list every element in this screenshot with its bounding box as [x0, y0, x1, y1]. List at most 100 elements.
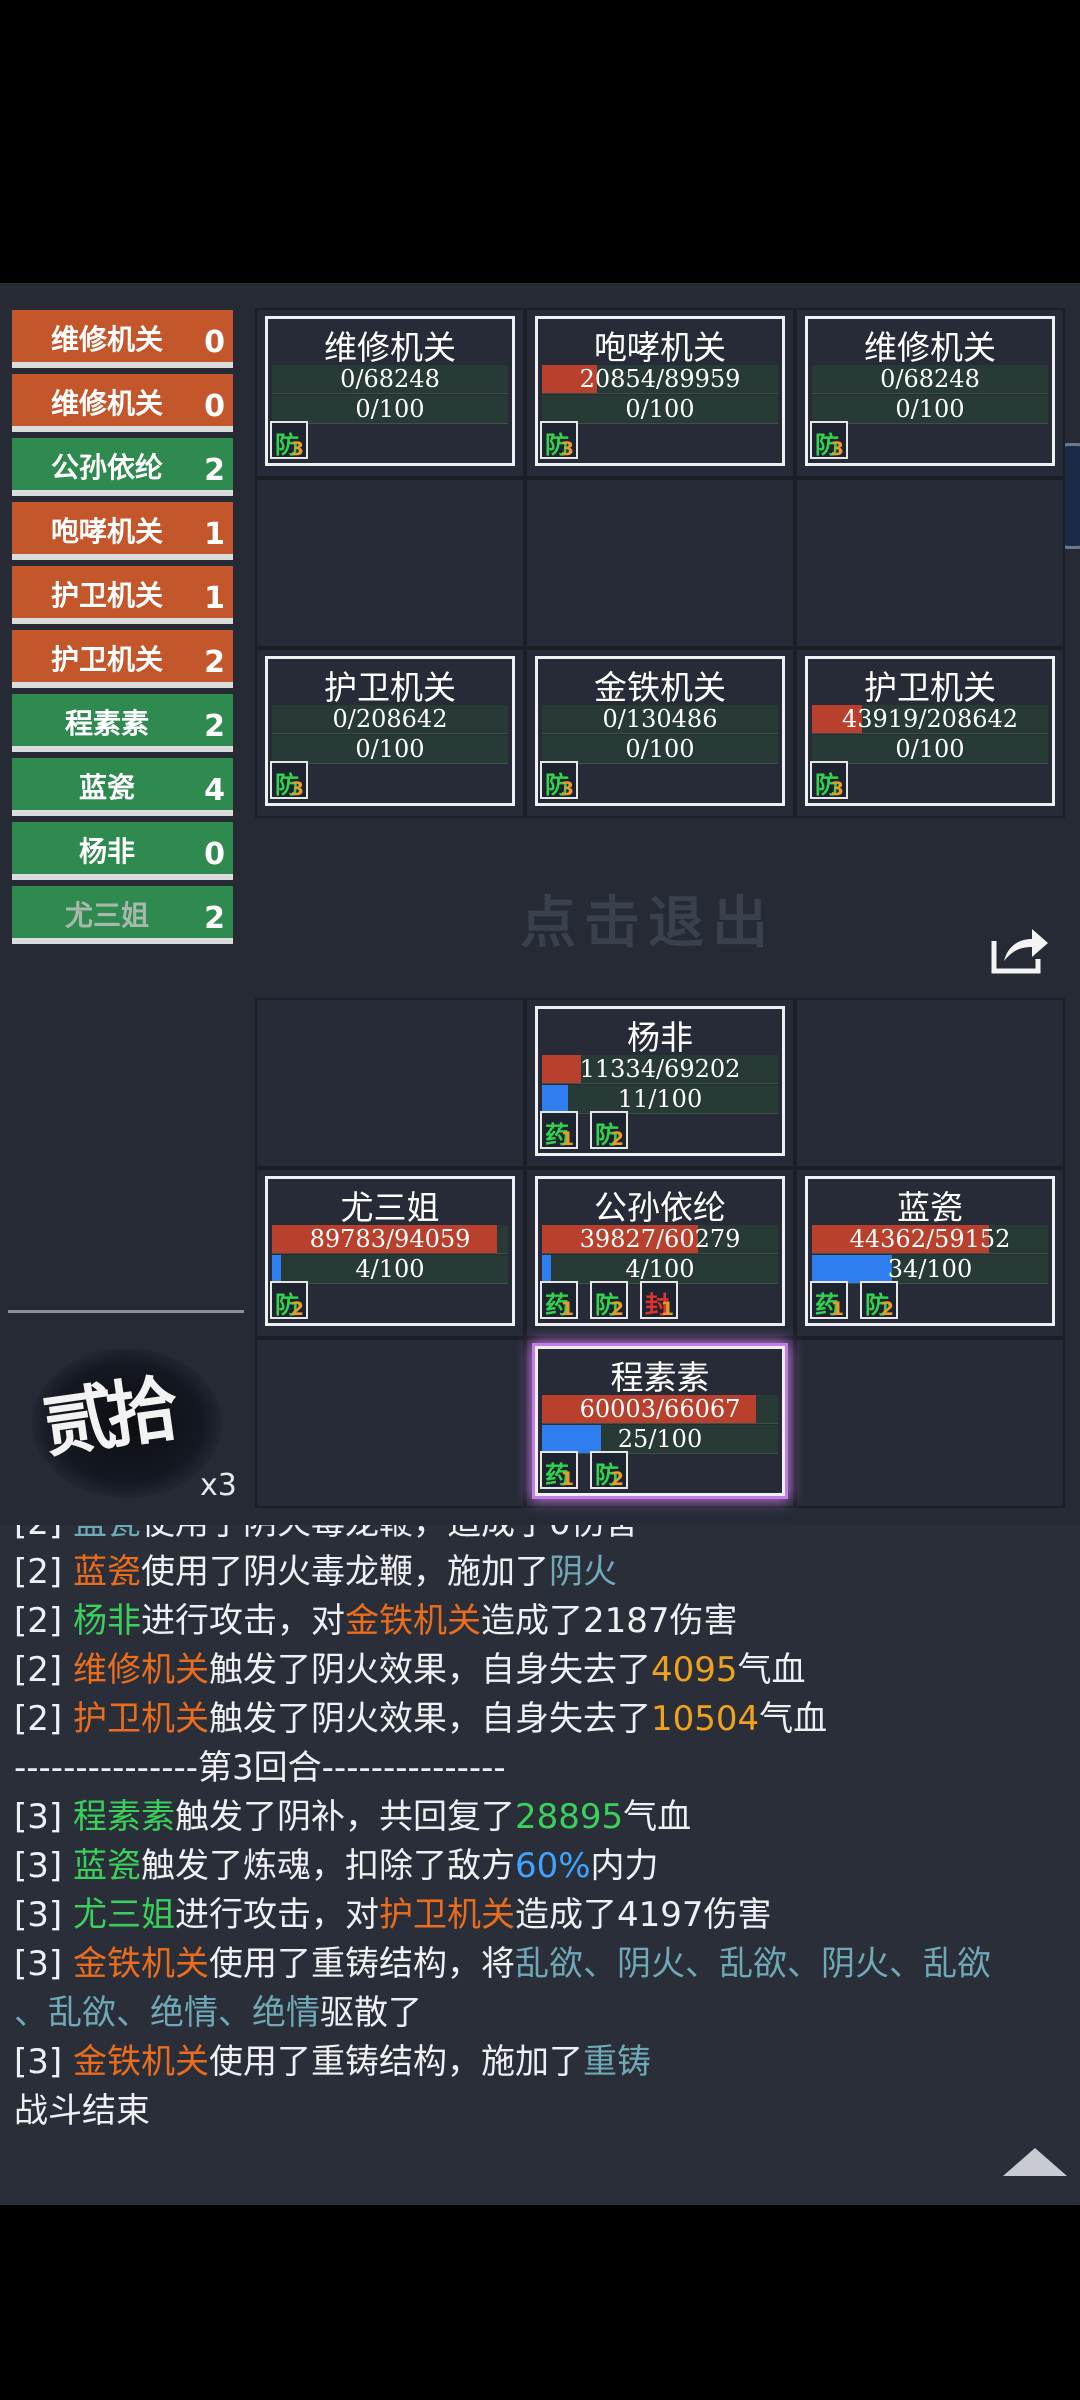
mp-value: 11/100	[617, 1085, 703, 1113]
status-badge[interactable]: 防2	[590, 1111, 628, 1150]
hp-value: 20854/89959	[579, 365, 741, 393]
log-segment: 触发了炼魂，扣除了敌方	[140, 1846, 515, 1886]
log-segment: [2]	[14, 1699, 73, 1739]
mp-bar: 25/100	[542, 1425, 778, 1454]
unit-name: 金铁机关	[594, 668, 726, 707]
turn-order-item[interactable]: 维修机关 0	[12, 374, 233, 432]
turn-order-item[interactable]: 杨非 0	[12, 822, 233, 880]
hp-value: 89783/94059	[309, 1225, 471, 1253]
status-badge[interactable]: 药1	[540, 1281, 578, 1320]
unit-card[interactable]: 维修机关 0/68248 0/100 防 3	[805, 316, 1055, 466]
log-segment: 尤三姐	[72, 1895, 175, 1935]
log-segment: [2]	[14, 1601, 73, 1641]
log-segment: [2]	[14, 1552, 73, 1592]
log-segment: 阴火	[548, 1552, 617, 1592]
unit-card[interactable]: 程素素 60003/66067 25/100 药 1 防 2	[535, 1346, 785, 1496]
log-segment: 使用了阴火毒龙鞭，造成了0伤害	[141, 1525, 639, 1543]
hp-value: 60003/66067	[579, 1395, 741, 1423]
log-segment: 护卫机关	[378, 1895, 515, 1935]
log-segment: 气血	[737, 1650, 806, 1690]
status-badge[interactable]: 防3	[540, 761, 578, 800]
log-line: [3] 蓝瓷触发了炼魂，扣除了敌方60%内力	[14, 1838, 659, 1887]
unit-card[interactable]: 公孙依纶 39827/60279 4/100 药 1 防 2 封 1	[535, 1176, 785, 1326]
log-segment: 维修机关	[72, 1650, 209, 1690]
log-line: [2] 杨非进行攻击，对金铁机关造成了2187伤害	[14, 1593, 738, 1642]
turn-order-count: 4	[204, 773, 225, 808]
unit-card[interactable]: 杨非 11334/69202 11/100 药 1 防 2	[535, 1006, 785, 1156]
status-badge[interactable]: 药1	[810, 1281, 848, 1320]
log-segment: [3]	[14, 1846, 73, 1886]
status-badge[interactable]: 药1	[540, 1111, 578, 1150]
turn-order-item[interactable]: 护卫机关 1	[12, 566, 233, 624]
turn-order-item[interactable]: 咆哮机关 1	[12, 502, 233, 560]
speed-multiplier[interactable]: x3	[200, 1468, 237, 1503]
board-cell[interactable]	[525, 478, 795, 648]
log-line: 战斗结束	[14, 2083, 150, 2132]
unit-card[interactable]: 尤三姐 89783/94059 4/100 防 2	[265, 1176, 515, 1326]
turn-order-name: 程素素	[64, 707, 149, 740]
unit-card[interactable]: 蓝瓷 44362/59152 34/100 药 1 防 2	[805, 1176, 1055, 1326]
turn-order-item[interactable]: 护卫机关 2	[12, 630, 233, 688]
log-segment: 护卫机关	[72, 1699, 209, 1739]
hp-value: 39827/60279	[579, 1225, 741, 1253]
board-cell[interactable]	[795, 998, 1065, 1168]
hp-bar: 0/68248	[272, 365, 508, 394]
unit-name: 程素素	[610, 1358, 710, 1397]
status-badge[interactable]: 防2	[590, 1281, 628, 1320]
status-badge[interactable]: 药1	[540, 1451, 578, 1490]
unit-name: 护卫机关	[864, 668, 996, 707]
log-line: [2] 蓝瓷使用了阴火毒龙鞭，施加了阴火	[14, 1544, 617, 1593]
unit-card[interactable]: 咆哮机关 20854/89959 0/100 防 3	[535, 316, 785, 466]
turn-order-count: 2	[204, 901, 225, 936]
board-cell[interactable]	[255, 998, 525, 1168]
unit-card[interactable]: 护卫机关 0/208642 0/100 防 3	[265, 656, 515, 806]
log-segment: 金铁机关	[344, 1601, 481, 1641]
unit-card[interactable]: 护卫机关 43919/208642 0/100 防 3	[805, 656, 1055, 806]
status-badge[interactable]: 防3	[810, 421, 848, 460]
mp-bar: 4/100	[272, 1255, 508, 1284]
status-stacks: 3	[290, 778, 304, 800]
status-stacks: 1	[560, 1468, 574, 1490]
board-cell[interactable]	[255, 1338, 525, 1508]
scroll-up-icon[interactable]	[1003, 2148, 1067, 2176]
status-stacks: 2	[610, 1128, 624, 1150]
log-segment: 气血	[623, 1797, 692, 1837]
status-badge[interactable]: 封1	[640, 1281, 678, 1320]
share-icon[interactable]	[990, 923, 1050, 975]
turn-order-name: 护卫机关	[50, 579, 163, 612]
status-stacks: 1	[560, 1128, 574, 1150]
status-badge[interactable]: 防2	[590, 1451, 628, 1490]
status-badge[interactable]: 防2	[270, 1281, 308, 1320]
status-badge[interactable]: 防2	[860, 1281, 898, 1320]
board-cell[interactable]	[255, 478, 525, 648]
mp-value: 4/100	[355, 1255, 425, 1283]
unit-card[interactable]: 维修机关 0/68248 0/100 防 3	[265, 316, 515, 466]
turn-order-name: 咆哮机关	[50, 515, 163, 548]
hp-value: 44362/59152	[849, 1225, 1011, 1253]
status-badge[interactable]: 防3	[270, 761, 308, 800]
turn-order-item[interactable]: 程素素 2	[12, 694, 233, 752]
status-badge[interactable]: 防3	[810, 761, 848, 800]
exit-hint[interactable]: 点击退出	[520, 878, 776, 959]
status-stacks: 3	[830, 438, 844, 460]
unit-name: 杨非	[627, 1018, 693, 1057]
turn-order-count: 0	[204, 325, 225, 360]
mp-value: 0/100	[355, 395, 425, 423]
log-segment: 驱散了	[320, 1993, 422, 2033]
board-cell[interactable]	[795, 478, 1065, 648]
turn-order-item[interactable]: 维修机关 0	[12, 310, 233, 368]
turn-order-item[interactable]: 尤三姐 2	[12, 886, 233, 944]
unit-card[interactable]: 金铁机关 0/130486 0/100 防 3	[535, 656, 785, 806]
unit-name: 咆哮机关	[594, 328, 726, 367]
log-segment: 战斗结束	[14, 2091, 150, 2131]
unit-name: 尤三姐	[340, 1188, 440, 1227]
status-badge[interactable]: 防3	[540, 421, 578, 460]
board-cell[interactable]	[795, 1338, 1065, 1508]
turn-order-name: 维修机关	[50, 387, 163, 420]
log-segment: 4095	[650, 1650, 738, 1690]
status-badge[interactable]: 防3	[270, 421, 308, 460]
turn-order-item[interactable]: 公孙依纶 2	[12, 438, 233, 496]
mp-value: 0/100	[895, 735, 965, 763]
log-segment: 、乱欲、绝情、绝情	[14, 1993, 320, 2033]
turn-order-item[interactable]: 蓝瓷 4	[12, 758, 233, 816]
